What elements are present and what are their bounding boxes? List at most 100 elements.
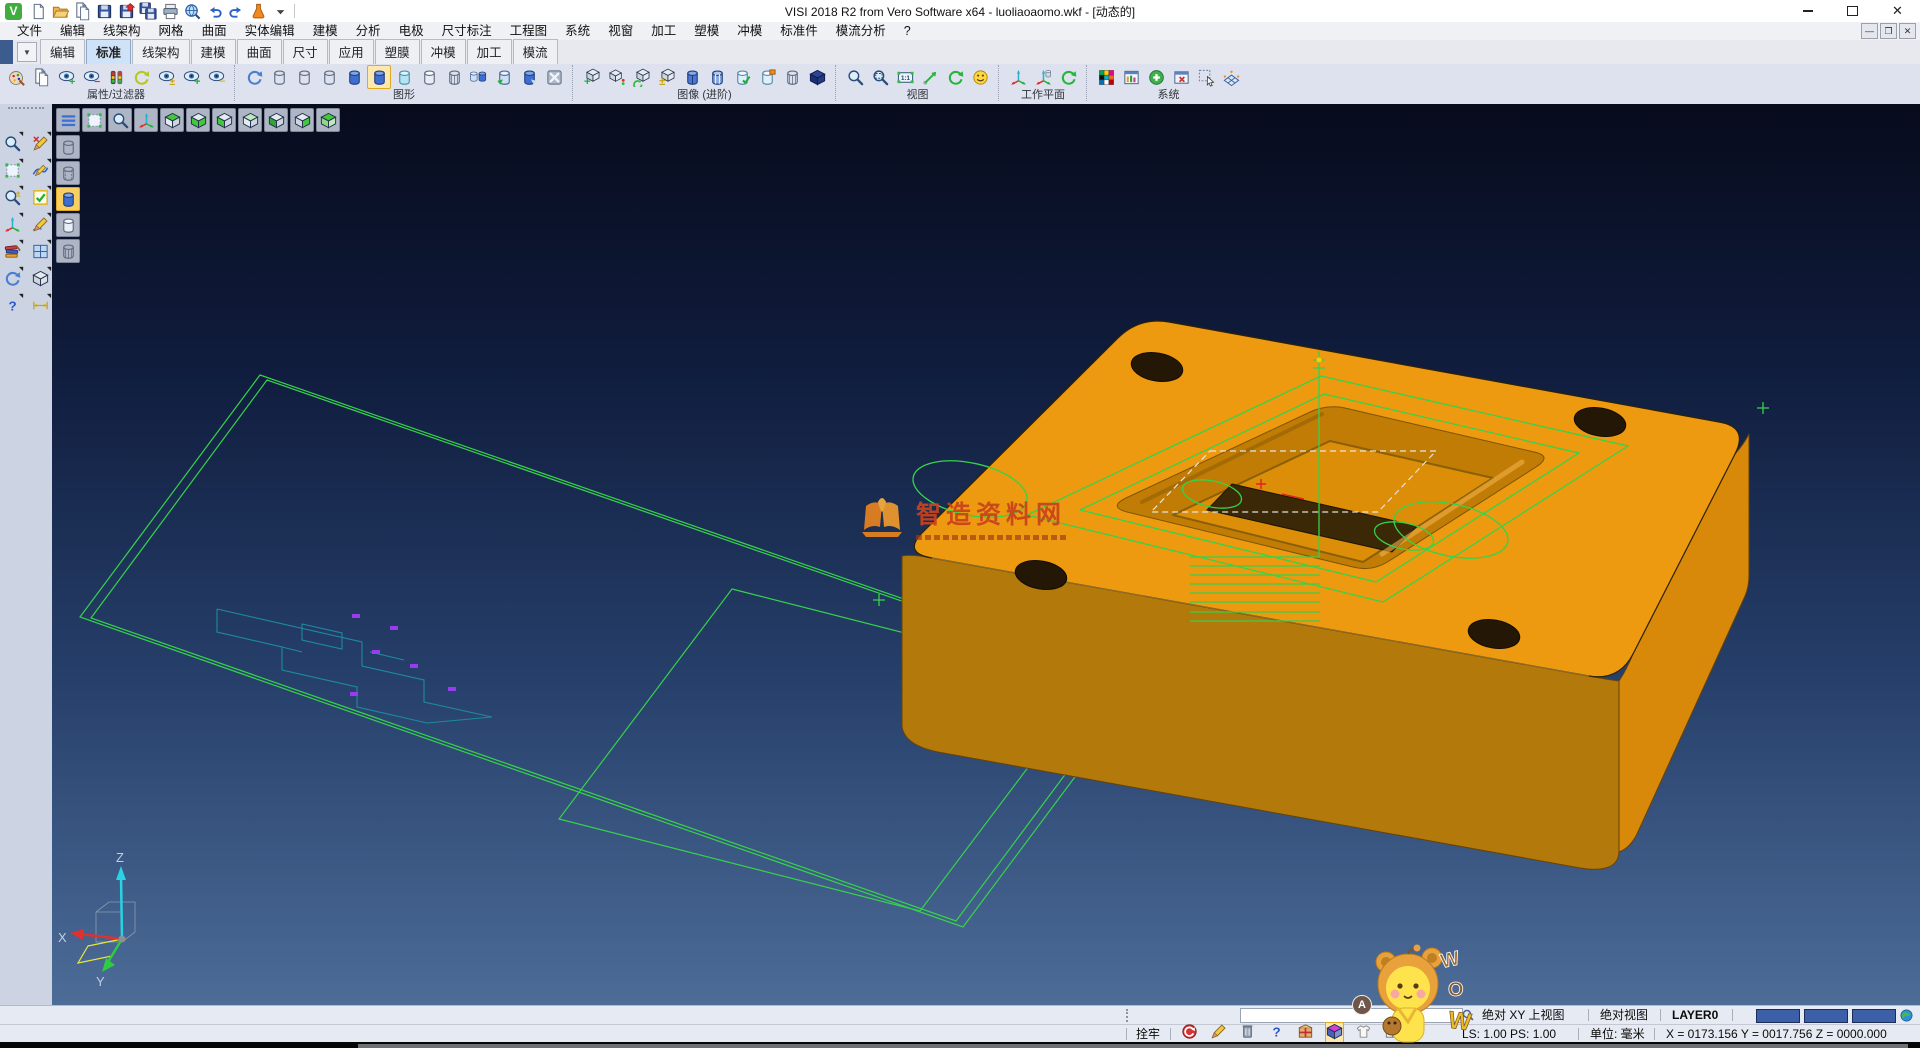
filter-add-icon[interactable]: + xyxy=(54,65,78,89)
tab-7[interactable]: 塑膜 xyxy=(375,39,420,64)
tab-5[interactable]: 尺寸 xyxy=(283,39,328,64)
zoom-actual-icon[interactable]: 1:1 xyxy=(893,65,917,89)
filter-refresh-icon[interactable] xyxy=(129,65,153,89)
help-icon[interactable]: ? xyxy=(1,294,23,316)
redo-icon[interactable] xyxy=(226,1,246,21)
status-view-mode[interactable]: 绝对 XY 上视图 xyxy=(1482,1006,1564,1024)
cylinder-solid-icon[interactable] xyxy=(680,65,704,89)
view-back-icon[interactable] xyxy=(238,108,262,132)
refresh-view-icon[interactable] xyxy=(1,267,23,289)
tab-4[interactable]: 曲面 xyxy=(237,39,282,64)
visibility-plus-minus-icon[interactable]: ± xyxy=(154,65,178,89)
menu-item-7[interactable]: 分析 xyxy=(347,22,390,40)
frame-select-icon[interactable] xyxy=(82,108,106,132)
menu-item-10[interactable]: 工程图 xyxy=(501,22,557,40)
status-layer[interactable]: LAYER0 xyxy=(1672,1006,1718,1024)
system-chart-icon[interactable] xyxy=(1119,65,1143,89)
workplane-rotate-icon[interactable] xyxy=(1056,65,1080,89)
zoom-window-icon[interactable] xyxy=(868,65,892,89)
solid-add-icon[interactable]: + xyxy=(580,65,604,89)
view-rotate-icon[interactable] xyxy=(943,65,967,89)
shade-hidden-icon[interactable] xyxy=(56,161,80,185)
view-iso-icon[interactable] xyxy=(316,108,340,132)
import-document-icon[interactable] xyxy=(72,1,92,21)
cylinder-striped-icon[interactable] xyxy=(705,65,729,89)
color-table-icon[interactable] xyxy=(1094,65,1118,89)
layer-books-icon[interactable] xyxy=(1,240,23,262)
filter-traffic-light-icon[interactable] xyxy=(104,65,128,89)
color-swatch-1[interactable] xyxy=(1756,1009,1800,1023)
move-axes-icon[interactable] xyxy=(1,213,23,235)
mdi-restore-button[interactable]: ❐ xyxy=(1880,23,1897,39)
attributes-palette-icon[interactable] xyxy=(4,65,28,89)
world-icon[interactable] xyxy=(1898,1007,1915,1023)
cylinder-transparent-icon[interactable] xyxy=(392,65,416,89)
graphics-settings-icon[interactable] xyxy=(542,65,566,89)
window-manager-icon[interactable] xyxy=(1169,65,1193,89)
maximize-button[interactable] xyxy=(1830,0,1875,22)
tab-dropdown-button[interactable]: ▼ xyxy=(17,42,37,62)
color-swatch-2[interactable] xyxy=(1804,1009,1848,1023)
shade-solid-icon[interactable] xyxy=(56,187,80,211)
cube-navy-icon[interactable] xyxy=(805,65,829,89)
shade-mesh-icon[interactable] xyxy=(56,239,80,263)
plot-macro-icon[interactable] xyxy=(248,1,268,21)
dock-grip[interactable] xyxy=(8,107,44,115)
redraw-icon[interactable] xyxy=(242,65,266,89)
tab-6[interactable]: 应用 xyxy=(329,39,374,64)
tab-8[interactable]: 冲模 xyxy=(421,39,466,64)
mdi-minimize-button[interactable]: — xyxy=(1861,23,1878,39)
model-part[interactable] xyxy=(902,321,1749,869)
cylinder-ghost-1-icon[interactable] xyxy=(267,65,291,89)
print-icon[interactable] xyxy=(160,1,180,21)
cylinder-ghost-2-icon[interactable] xyxy=(292,65,316,89)
solid-traffic-light-icon[interactable] xyxy=(605,65,629,89)
minimize-button[interactable] xyxy=(1785,0,1830,22)
cylinder-check-icon[interactable] xyxy=(730,65,754,89)
status-lock-label[interactable]: 拴牢 xyxy=(1136,1025,1160,1043)
menu-item-14[interactable]: 塑模 xyxy=(685,22,728,40)
solid-refresh-icon[interactable] xyxy=(630,65,654,89)
status-units[interactable]: 单位: 毫米 xyxy=(1590,1025,1645,1043)
view-left-icon[interactable] xyxy=(264,108,288,132)
measure-distance-icon[interactable] xyxy=(29,294,51,316)
toolbar-options-icon[interactable] xyxy=(270,1,290,21)
attributes-copy-icon[interactable] xyxy=(29,65,53,89)
erase-sketch-icon[interactable] xyxy=(29,132,51,154)
cylinder-export-icon[interactable] xyxy=(517,65,541,89)
menu-item-1[interactable]: 编辑 xyxy=(51,22,94,40)
tab-2[interactable]: 线架构 xyxy=(132,39,190,64)
menu-item-8[interactable]: 电极 xyxy=(390,22,433,40)
open-document-icon[interactable] xyxy=(50,1,70,21)
tab-3[interactable]: 建模 xyxy=(191,39,236,64)
sketch-profile[interactable] xyxy=(217,609,492,723)
selection-filter-icon[interactable] xyxy=(1194,65,1218,89)
system-settings-icon[interactable] xyxy=(1144,65,1168,89)
mdi-close-button[interactable]: ✕ xyxy=(1899,23,1916,39)
cylinder-wireframe-icon[interactable] xyxy=(442,65,466,89)
close-button[interactable]: ✕ xyxy=(1875,0,1920,22)
cylinder-shaded-icon[interactable] xyxy=(367,65,391,89)
zoom-magnifier-icon[interactable] xyxy=(1,132,23,154)
print-preview-icon[interactable] xyxy=(182,1,202,21)
zoom-extents-icon[interactable] xyxy=(918,65,942,89)
menu-item-4[interactable]: 曲面 xyxy=(193,22,236,40)
3d-viewport[interactable]: Z X Y 智造资料网 xyxy=(52,104,1920,1005)
menu-item-15[interactable]: 冲模 xyxy=(728,22,771,40)
solid-plus-minus-icon[interactable]: ± xyxy=(655,65,679,89)
pencil-sketch-icon[interactable] xyxy=(29,213,51,235)
save-icon[interactable] xyxy=(94,1,114,21)
filter-remove-icon[interactable]: − xyxy=(79,65,103,89)
shade-flat-icon[interactable] xyxy=(56,213,80,237)
confirm-check-icon[interactable] xyxy=(29,186,51,208)
view-right-icon[interactable] xyxy=(290,108,314,132)
menu-item-3[interactable]: 网格 xyxy=(150,22,193,40)
menu-item-2[interactable]: 线架构 xyxy=(94,22,150,40)
grid-plane-icon[interactable] xyxy=(1219,65,1243,89)
tab-1-active[interactable]: 标准 xyxy=(86,39,131,64)
shade-ghost-icon[interactable] xyxy=(56,135,80,159)
view-face-icon[interactable] xyxy=(968,65,992,89)
menu-item-9[interactable]: 尺寸标注 xyxy=(433,22,501,40)
spline-sketch-icon[interactable] xyxy=(29,159,51,181)
status-view-ref[interactable]: 绝对视图 xyxy=(1600,1006,1648,1024)
